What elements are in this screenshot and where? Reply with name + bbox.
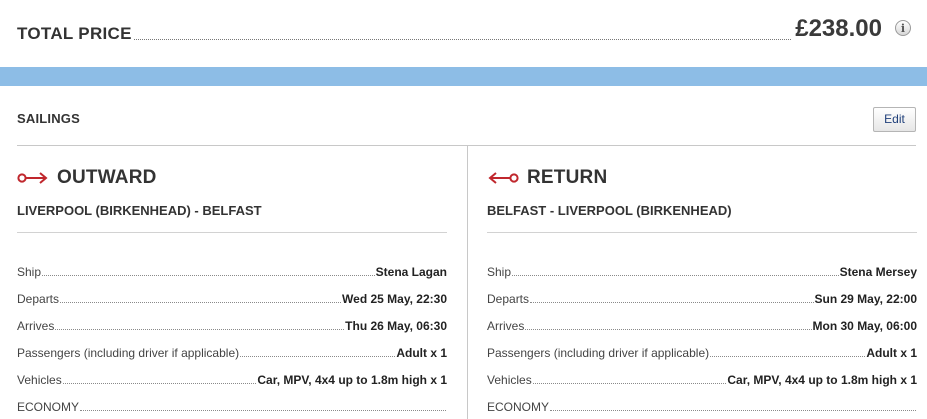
detail-row-ship: Ship Stena Lagan: [17, 252, 447, 279]
detail-row-fare-class: ECONOMY: [487, 387, 917, 414]
info-icon[interactable]: i: [895, 20, 911, 36]
detail-value: Mon 30 May, 06:00: [812, 319, 917, 333]
return-details: Ship Stena Mersey Departs Sun 29 May, 22:0…: [487, 252, 917, 414]
detail-value: Sun 29 May, 22:00: [814, 292, 918, 306]
detail-label: Passengers (including driver if applicab…: [487, 346, 710, 360]
dotted-leader: [550, 410, 916, 411]
total-price-value: £238.00: [795, 15, 882, 42]
dotted-leader: [512, 275, 839, 276]
detail-row-departs: Departs Sun 29 May, 22:00: [487, 279, 917, 306]
return-title: RETURN: [527, 167, 608, 188]
detail-label: ECONOMY: [17, 400, 80, 414]
column-divider: [467, 146, 468, 419]
arrow-left-icon: [488, 172, 519, 184]
outward-route: LIVERPOOL (BIRKENHEAD) - BELFAST: [17, 203, 262, 218]
detail-label: Arrives: [487, 319, 525, 333]
detail-value: Car, MPV, 4x4 up to 1.8m high x 1: [727, 373, 917, 387]
detail-label: Arrives: [17, 319, 55, 333]
outward-title: OUTWARD: [57, 167, 157, 188]
dotted-leader: [60, 302, 342, 303]
detail-row-vehicles: Vehicles Car, MPV, 4x4 up to 1.8m high x …: [487, 360, 917, 387]
detail-row-fare-class: ECONOMY: [17, 387, 447, 414]
detail-label: Ship: [17, 265, 42, 279]
detail-value: Adult x 1: [396, 346, 447, 360]
dotted-leader: [240, 356, 396, 357]
total-price-label: TOTAL PRICE: [17, 24, 132, 43]
detail-row-arrives: Arrives Mon 30 May, 06:00: [487, 306, 917, 333]
detail-row-vehicles: Vehicles Car, MPV, 4x4 up to 1.8m high x …: [17, 360, 447, 387]
arrow-right-icon: [17, 172, 48, 184]
detail-row-ship: Ship Stena Mersey: [487, 252, 917, 279]
detail-value: Stena Mersey: [839, 265, 917, 279]
detail-value: Car, MPV, 4x4 up to 1.8m high x 1: [257, 373, 447, 387]
dotted-leader: [532, 383, 727, 384]
detail-label: Passengers (including driver if applicab…: [17, 346, 240, 360]
dotted-leader: [525, 329, 812, 330]
section-band: [0, 67, 927, 86]
detail-value: Thu 26 May, 06:30: [345, 319, 447, 333]
detail-label: ECONOMY: [487, 400, 550, 414]
detail-row-arrives: Arrives Thu 26 May, 06:30: [17, 306, 447, 333]
detail-label: Departs: [17, 292, 60, 306]
outward-details: Ship Stena Lagan Departs Wed 25 May, 22:30…: [17, 252, 447, 414]
detail-row-passengers: Passengers (including driver if applicab…: [17, 333, 447, 360]
dotted-leader: [55, 329, 345, 330]
dotted-leader: [710, 356, 866, 357]
detail-label: Vehicles: [17, 373, 62, 387]
detail-value: Adult x 1: [866, 346, 917, 360]
dotted-leader: [80, 410, 446, 411]
dotted-leader: [133, 39, 792, 40]
divider: [487, 232, 917, 233]
divider: [17, 232, 447, 233]
dotted-leader: [530, 302, 814, 303]
dotted-leader: [42, 275, 375, 276]
return-header: RETURN: [487, 166, 607, 190]
detail-label: Ship: [487, 265, 512, 279]
sailings-heading: SAILINGS: [17, 111, 80, 126]
detail-label: Vehicles: [487, 373, 532, 387]
detail-value: Wed 25 May, 22:30: [342, 292, 447, 306]
detail-row-departs: Departs Wed 25 May, 22:30: [17, 279, 447, 306]
detail-label: Departs: [487, 292, 530, 306]
detail-row-passengers: Passengers (including driver if applicab…: [487, 333, 917, 360]
return-route: BELFAST - LIVERPOOL (BIRKENHEAD): [487, 203, 732, 218]
edit-button[interactable]: Edit: [873, 107, 916, 132]
dotted-leader: [62, 383, 257, 384]
total-price-row: TOTAL PRICE £238.00 i: [17, 10, 911, 46]
detail-value: Stena Lagan: [375, 265, 447, 279]
outward-header: OUTWARD: [17, 166, 157, 190]
